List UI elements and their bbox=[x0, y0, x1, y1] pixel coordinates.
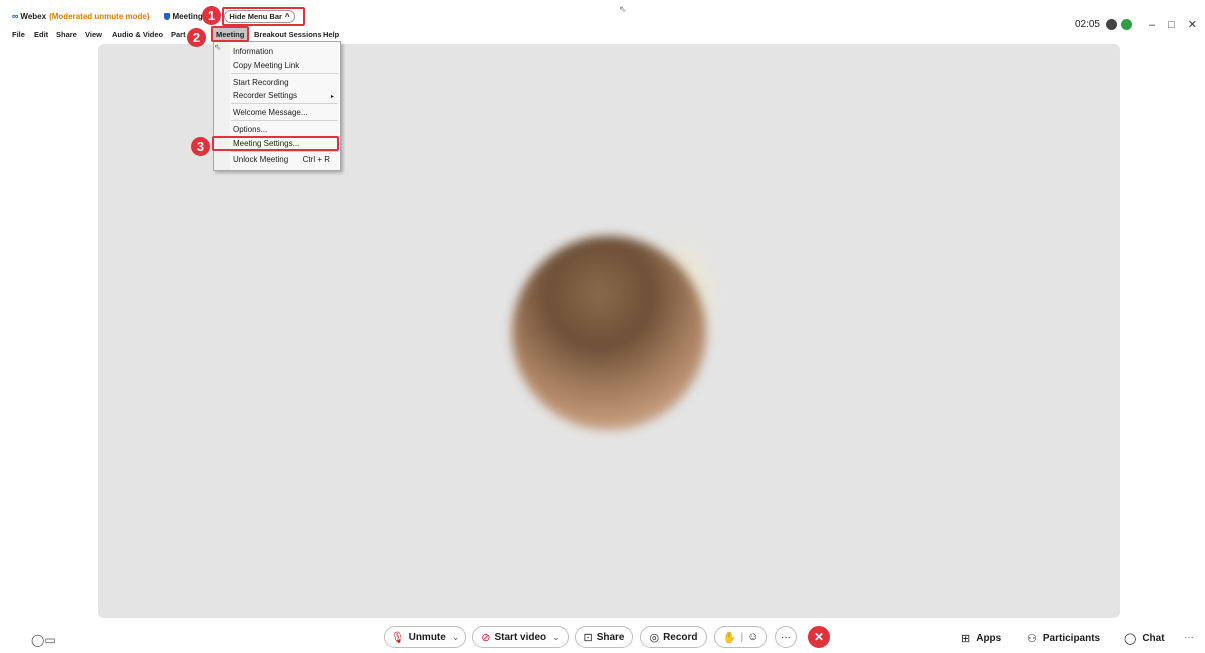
moderation-mode: (Moderated unmute mode) bbox=[49, 11, 150, 21]
unmute-button[interactable]: 🎙 Unmute ⌄ bbox=[384, 626, 466, 648]
menu-participant[interactable]: Part bbox=[171, 30, 186, 39]
menu-separator bbox=[231, 103, 338, 104]
menu-edit[interactable]: Edit bbox=[34, 30, 48, 39]
unmute-label: Unmute bbox=[408, 631, 446, 643]
webex-logo-icon: ∞ bbox=[12, 11, 19, 21]
record-label: Record bbox=[663, 631, 698, 643]
meeting-controls-bar: 🎙 Unmute ⌄ ⊘ Start video ⌄ ⊡ Share ◎ Rec… bbox=[0, 622, 1205, 653]
step-badge-2: 2 bbox=[187, 28, 206, 47]
title-left: ∞ Webex (Moderated unmute mode) Meeting bbox=[12, 11, 203, 21]
shield-icon bbox=[163, 12, 170, 20]
mouse-pointer-icon: ⇖ bbox=[619, 4, 627, 14]
overflow-menu-button[interactable]: ··· bbox=[1184, 632, 1194, 643]
meeting-info-label[interactable]: Meeting bbox=[173, 12, 203, 21]
participant-video-avatar bbox=[512, 236, 706, 430]
chat-button[interactable]: ◯ Chat bbox=[1124, 632, 1165, 645]
highlight-hide-menu-bar bbox=[222, 7, 305, 26]
menu-item-information[interactable]: Information bbox=[233, 47, 273, 56]
highlight-meeting-settings bbox=[212, 136, 339, 151]
participants-icon: ⚇ bbox=[1027, 633, 1037, 645]
menu-item-welcome-message[interactable]: Welcome Message... bbox=[233, 108, 308, 117]
end-meeting-button[interactable]: ✕ bbox=[808, 626, 830, 648]
menu-view[interactable]: View bbox=[85, 30, 102, 39]
apps-button[interactable]: ⊞ Apps bbox=[961, 632, 1001, 645]
menu-help[interactable]: Help bbox=[323, 30, 339, 39]
share-icon: ⊡ bbox=[583, 631, 593, 644]
menu-separator bbox=[231, 151, 338, 152]
emoji-icon[interactable]: ☺ bbox=[747, 631, 758, 643]
menu-separator bbox=[231, 120, 338, 121]
menu-bar: File Edit Share View Audio & Video Part … bbox=[0, 26, 1205, 41]
menu-item-options[interactable]: Options... bbox=[233, 125, 267, 134]
window-top-edge bbox=[0, 0, 1205, 8]
unlock-shortcut: Ctrl + R bbox=[302, 155, 330, 164]
share-button[interactable]: ⊡ Share bbox=[575, 626, 633, 648]
menu-item-copy-meeting-link[interactable]: Copy Meeting Link bbox=[233, 61, 299, 70]
record-button[interactable]: ◎ Record bbox=[640, 626, 707, 648]
record-icon: ◎ bbox=[649, 631, 660, 644]
chevron-down-icon[interactable]: ⌄ bbox=[552, 632, 560, 643]
highlight-meeting-menu bbox=[211, 26, 249, 42]
apps-icon: ⊞ bbox=[961, 633, 971, 645]
more-options-button[interactable]: ··· bbox=[775, 626, 797, 648]
participants-button[interactable]: ⚇ Participants bbox=[1027, 632, 1100, 645]
apps-label: Apps bbox=[976, 633, 1002, 644]
menu-share[interactable]: Share bbox=[56, 30, 77, 39]
menu-item-recorder-settings[interactable]: Recorder Settings bbox=[233, 91, 297, 100]
video-off-icon: ⊘ bbox=[481, 631, 491, 644]
title-bar: ∞ Webex (Moderated unmute mode) Meeting … bbox=[0, 8, 1205, 31]
raise-hand-icon[interactable]: ✋ bbox=[723, 631, 737, 644]
chevron-down-icon[interactable]: ⌄ bbox=[452, 632, 460, 643]
divider: | bbox=[740, 631, 744, 643]
menu-file[interactable]: File bbox=[12, 30, 25, 39]
menu-breakout-sessions[interactable]: Breakout Sessions bbox=[254, 30, 322, 39]
menu-item-start-recording[interactable]: Start Recording bbox=[233, 78, 289, 87]
step-badge-3: 3 bbox=[191, 137, 210, 156]
start-video-label: Start video bbox=[494, 631, 547, 643]
menu-item-unlock-meeting[interactable]: Unlock Meeting bbox=[233, 155, 288, 164]
share-label: Share bbox=[596, 631, 625, 643]
menu-audio-video[interactable]: Audio & Video bbox=[112, 30, 163, 39]
start-video-button[interactable]: ⊘ Start video ⌄ bbox=[472, 626, 569, 648]
submenu-arrow-icon: ▸ bbox=[330, 94, 334, 100]
menu-separator bbox=[231, 73, 338, 74]
microphone-muted-icon: 🎙 bbox=[390, 631, 405, 644]
chat-label: Chat bbox=[1142, 633, 1165, 644]
chat-icon: ◯ bbox=[1124, 633, 1137, 645]
meeting-menu: Information Copy Meeting Link Start Reco… bbox=[213, 41, 341, 171]
mouse-pointer-icon: ⇖ bbox=[214, 42, 222, 52]
step-badge-1: 1 bbox=[202, 6, 221, 25]
reactions-group: ✋ | ☺ bbox=[714, 626, 767, 648]
app-name: Webex bbox=[20, 11, 47, 21]
participants-label: Participants bbox=[1042, 633, 1101, 644]
